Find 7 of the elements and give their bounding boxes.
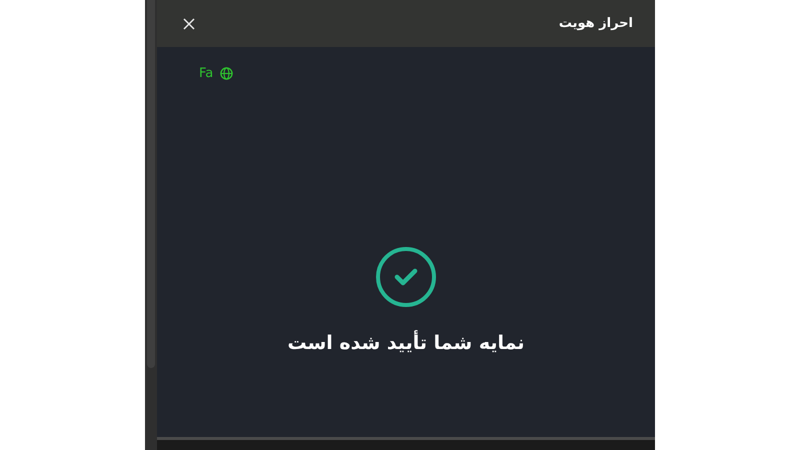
globe-icon bbox=[220, 67, 234, 80]
language-selector[interactable]: Fa bbox=[197, 64, 236, 83]
status-message: نمایه شما تأیید شده است bbox=[288, 332, 524, 354]
close-button[interactable] bbox=[181, 16, 197, 32]
dialog-title: احراز هویت bbox=[558, 16, 633, 31]
close-icon bbox=[183, 18, 195, 30]
check-circle-icon bbox=[375, 246, 437, 308]
